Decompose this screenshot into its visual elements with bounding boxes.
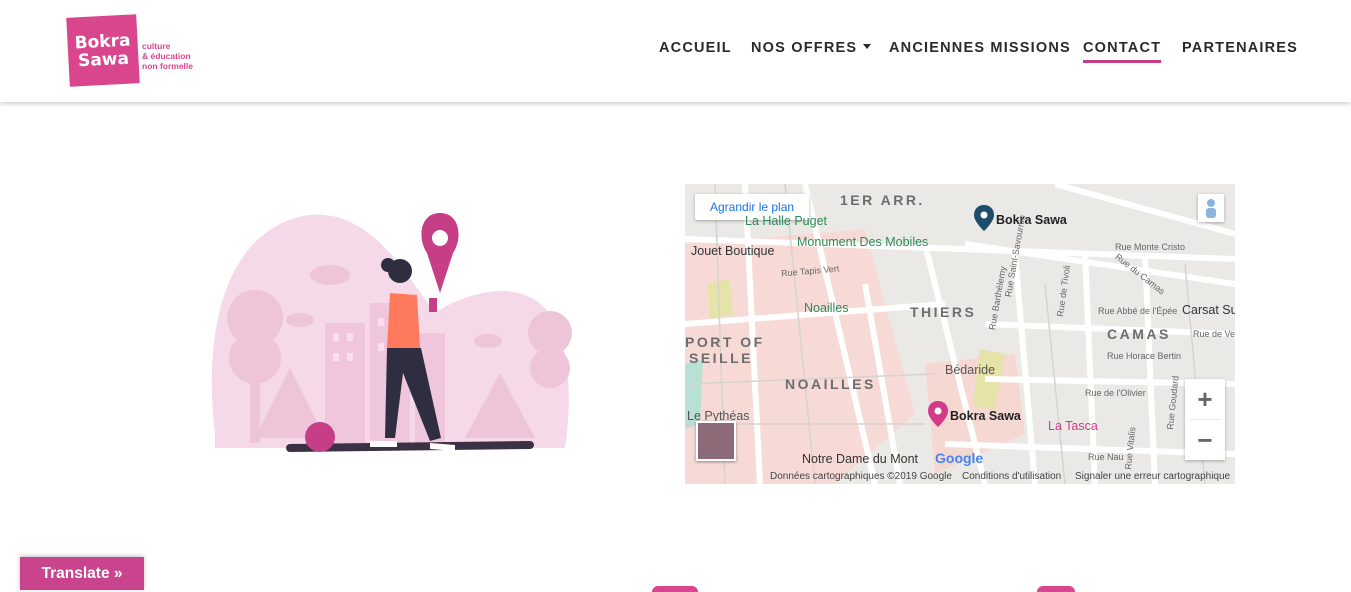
section-icon-peek xyxy=(652,586,698,592)
street-label: Rue de l'Olivier xyxy=(1085,388,1146,398)
section-icon-peek xyxy=(1037,586,1075,592)
nav-item-partenaires[interactable]: PARTENAIRES xyxy=(1182,40,1298,56)
nav-item-anciennes-missions[interactable]: ANCIENNES MISSIONS xyxy=(889,40,1071,56)
nav-item-nos-offres-label: NOS OFFRES xyxy=(751,40,858,56)
zoom-control: + − xyxy=(1185,379,1225,460)
district-label: SEILLE xyxy=(689,350,754,366)
street-label: Rue Abbé de l'Épée xyxy=(1098,306,1178,316)
place-label[interactable]: Bokra Sawa xyxy=(950,409,1021,423)
zoom-out-button[interactable]: − xyxy=(1185,420,1225,460)
google-logo: Google xyxy=(935,450,984,466)
place-label: Carsat Su xyxy=(1182,303,1235,317)
district-label: 1ER ARR. xyxy=(840,192,925,208)
nav-item-contact[interactable]: CONTACT xyxy=(1083,40,1162,63)
place-label: Notre Dame du Mont xyxy=(802,452,919,466)
map-data-attribution: Données cartographiques ©2019 Google xyxy=(770,471,952,482)
satellite-toggle-thumbnail[interactable] xyxy=(696,421,736,461)
main-nav: ACCUEIL NOS OFFRES ANCIENNES MISSIONS CO… xyxy=(0,40,1351,64)
place-label: La Tasca xyxy=(1048,419,1098,433)
street-label: Rue de Ve xyxy=(1193,329,1235,339)
nav-item-nos-offres[interactable]: NOS OFFRES xyxy=(751,40,872,56)
district-label: PORT OF xyxy=(685,334,765,350)
street-label: Rue Monte Cristo xyxy=(1115,242,1186,252)
district-label: CAMAS xyxy=(1107,326,1171,342)
place-label[interactable]: Bokra Sawa xyxy=(996,213,1067,227)
map-terms-link[interactable]: Conditions d'utilisation xyxy=(962,471,1061,482)
place-label: La Halle Puget xyxy=(745,214,828,228)
street-label: Rue Horace Bertin xyxy=(1107,351,1182,361)
street-view-pegman-icon[interactable] xyxy=(1198,194,1224,222)
map-attribution-bar: Données cartographiques ©2019 Google Con… xyxy=(685,468,1235,484)
google-map[interactable]: Agrandir le plan + − 1ER ARR. THIERS CAM… xyxy=(685,184,1235,484)
location-illustration xyxy=(175,183,605,483)
place-label: Jouet Boutique xyxy=(691,244,775,258)
site-header: Bokra Sawa culture & éducation non forme… xyxy=(0,0,1351,102)
map-marker-icon[interactable] xyxy=(974,205,994,231)
zoom-in-button[interactable]: + xyxy=(1185,379,1225,419)
district-label: THIERS xyxy=(910,304,977,320)
place-label: Noailles xyxy=(804,301,849,315)
place-label: Bédaride xyxy=(945,363,996,377)
map-marker-icon[interactable] xyxy=(928,401,948,427)
place-label: Monument Des Mobiles xyxy=(797,235,929,249)
caret-down-icon xyxy=(863,44,872,49)
woman-walking-map-illustration xyxy=(211,213,572,452)
district-label: NOAILLES xyxy=(785,376,876,392)
map-report-error-link[interactable]: Signaler une erreur cartographique xyxy=(1075,471,1230,482)
street-label: Rue Nau xyxy=(1088,452,1124,462)
nav-item-accueil[interactable]: ACCUEIL xyxy=(659,40,732,56)
translate-button[interactable]: Translate » xyxy=(20,557,144,590)
